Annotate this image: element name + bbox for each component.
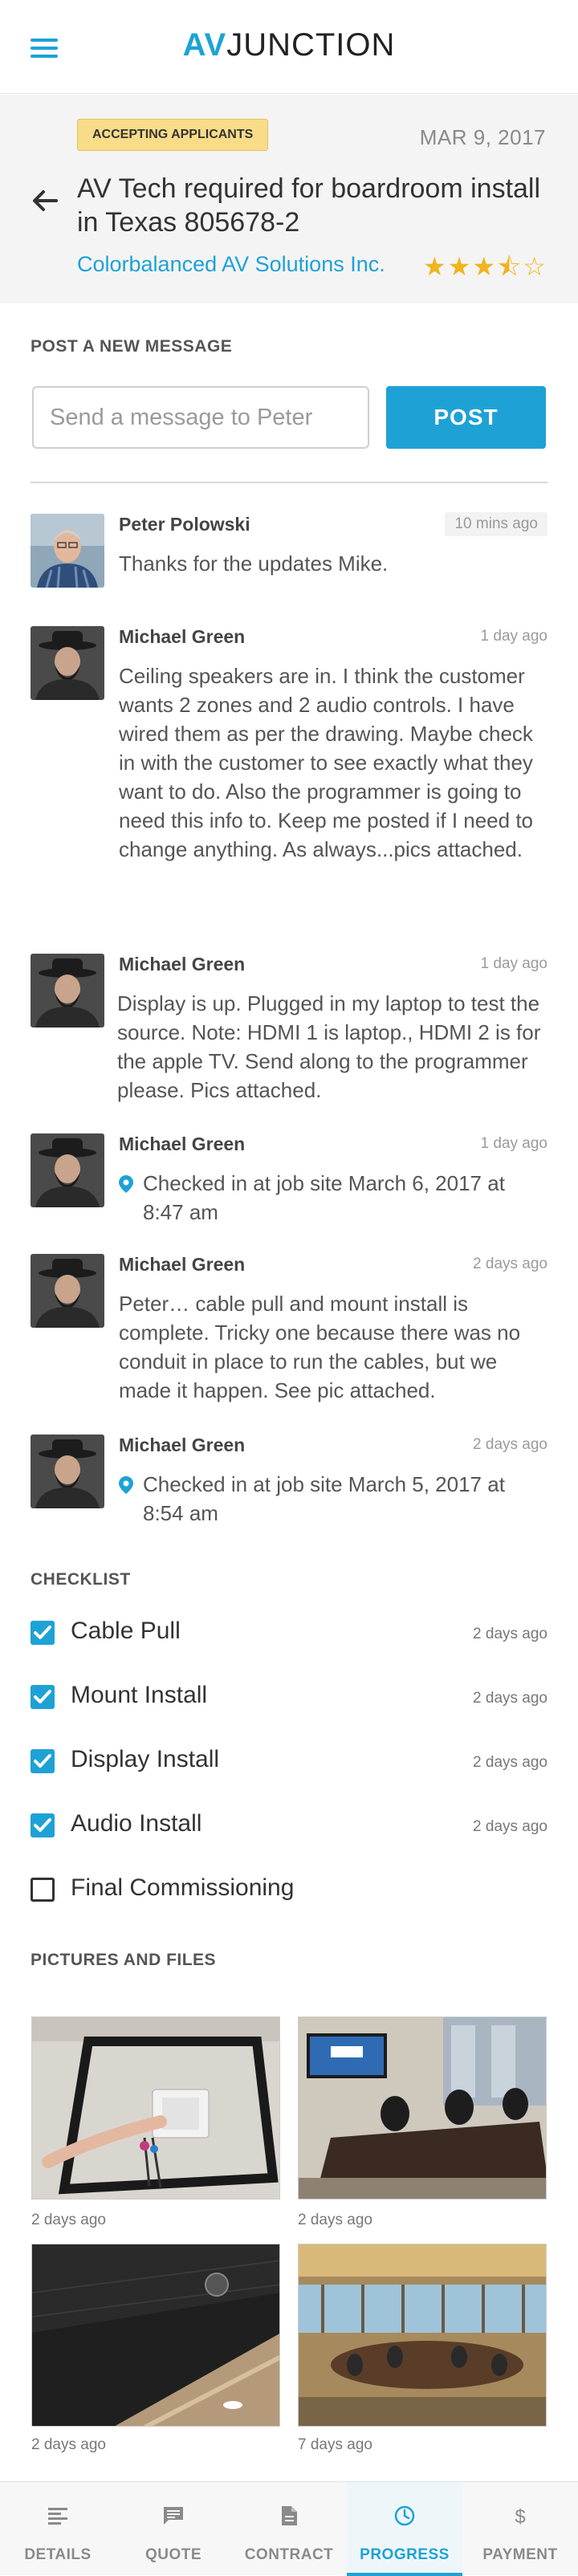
tab-label: PAYMENT <box>482 2546 558 2563</box>
avatar[interactable] <box>31 1435 104 1508</box>
progress-icon <box>394 2505 415 2526</box>
checklist-item[interactable]: Cable Pull 2 days ago <box>31 1618 547 1650</box>
checkin-text: Checked in at job site March 5, 2017 at … <box>119 1470 547 1528</box>
location-pin-icon <box>119 1476 133 1494</box>
message-time: 1 day ago <box>480 628 547 645</box>
payment-icon: $ <box>515 2506 525 2527</box>
avatar[interactable] <box>31 1133 104 1207</box>
bottom-nav: DETAILS QUOTE CONTRACT PROGRESS $ PAYMEN… <box>0 2481 578 2576</box>
message-text: Display is up. Plugged in my laptop to t… <box>117 991 541 1102</box>
checkbox-checked-icon[interactable] <box>31 1621 55 1645</box>
message-item: Peter Polowski 10 mins ago Thanks for th… <box>31 512 547 594</box>
checklist-label: Audio Install <box>71 1810 202 1837</box>
photo-thumbnail[interactable] <box>298 2016 547 2200</box>
checkin-label: Checked in at job site March 5, 2017 at … <box>143 1472 505 1525</box>
photo-date: 7 days ago <box>298 2436 372 2453</box>
checkbox-checked-icon[interactable] <box>31 1685 55 1709</box>
message-item: Michael Green 2 days ago Checked in at j… <box>31 1435 547 1531</box>
post-message-heading: POST A NEW MESSAGE <box>31 337 233 356</box>
checklist-item[interactable]: Display Install 2 days ago <box>31 1746 547 1778</box>
location-pin-icon <box>119 1175 133 1193</box>
avatar[interactable] <box>31 954 104 1028</box>
message-item: Michael Green 2 days ago Peter… cable pu… <box>31 1254 547 1414</box>
message-author: Michael Green <box>119 1435 246 1455</box>
tab-progress[interactable]: PROGRESS <box>347 2482 462 2576</box>
checklist-date: 2 days ago <box>473 1754 547 1771</box>
job-header: ACCEPTING APPLICANTS MAR 9, 2017 AV Tech… <box>0 95 578 303</box>
message-text: Thanks for the updates Mike. <box>119 551 389 576</box>
message-author: Michael Green <box>119 626 246 647</box>
post-button[interactable]: POST <box>386 386 546 449</box>
message-author: Michael Green <box>119 1133 246 1154</box>
checklist-label: Final Commissioning <box>71 1874 295 1901</box>
photo-date: 2 days ago <box>298 2212 372 2228</box>
photo-thumbnail[interactable] <box>31 2016 280 2200</box>
tab-label: DETAILS <box>24 2546 92 2563</box>
app-logo[interactable]: AVJUNCTION <box>0 27 578 63</box>
checklist-label: Mount Install <box>71 1682 208 1708</box>
contract-icon <box>282 2506 297 2525</box>
checkin-label: Checked in at job site March 6, 2017 at … <box>143 1171 505 1224</box>
svg-text:$: $ <box>515 2506 525 2527</box>
tab-payment[interactable]: $ PAYMENT <box>462 2482 578 2576</box>
checkbox-checked-icon[interactable] <box>31 1749 55 1773</box>
pictures-heading: PICTURES AND FILES <box>31 1951 217 1969</box>
message-time: 1 day ago <box>480 955 547 972</box>
checklist-date: 2 days ago <box>473 1626 547 1642</box>
details-icon <box>48 2508 67 2525</box>
job-title: AV Tech required for boardroom install i… <box>77 173 541 238</box>
status-badge: ACCEPTING APPLICANTS <box>77 119 269 151</box>
checklist-date: 2 days ago <box>473 1690 547 1707</box>
photo-date: 2 days ago <box>31 2436 106 2453</box>
message-input[interactable] <box>32 386 369 449</box>
job-date: MAR 9, 2017 <box>419 125 546 149</box>
checklist-item[interactable]: Mount Install 2 days ago <box>31 1682 547 1714</box>
divider <box>31 482 547 483</box>
tab-details[interactable]: DETAILS <box>0 2482 116 2576</box>
message-time: 10 mins ago <box>445 512 547 536</box>
message-time: 1 day ago <box>480 1135 547 1152</box>
tab-contract[interactable]: CONTRACT <box>231 2482 347 2576</box>
message-author: Michael Green <box>119 1254 246 1275</box>
checklist-label: Display Install <box>71 1746 220 1772</box>
checklist-date: 2 days ago <box>473 1818 547 1835</box>
checklist-label: Cable Pull <box>71 1618 181 1644</box>
checklist-item[interactable]: Audio Install 2 days ago <box>31 1810 547 1842</box>
message-author: Peter Polowski <box>119 514 250 535</box>
checklist-heading: CHECKLIST <box>31 1570 131 1589</box>
message-item: Michael Green 1 day ago Ceiling speakers… <box>31 626 547 923</box>
photo-date: 2 days ago <box>31 2212 106 2228</box>
avatar[interactable] <box>31 626 104 700</box>
message-time: 2 days ago <box>473 1255 547 1272</box>
photo-thumbnail[interactable] <box>31 2244 280 2427</box>
message-item: Michael Green 1 day ago Display is up. P… <box>31 954 547 1106</box>
message-text: Peter… cable pull and mount install is c… <box>119 1292 521 1402</box>
tab-label: PROGRESS <box>360 2546 450 2563</box>
tab-label: QUOTE <box>144 2546 202 2563</box>
checkbox-unchecked-icon[interactable] <box>31 1878 55 1902</box>
checklist-item[interactable]: Final Commissioning <box>31 1874 547 1907</box>
avatar[interactable] <box>31 1254 104 1328</box>
photo-thumbnail[interactable] <box>298 2244 547 2427</box>
company-link[interactable]: Colorbalanced AV Solutions Inc. <box>77 252 385 277</box>
message-time: 2 days ago <box>473 1436 547 1453</box>
tab-quote[interactable]: QUOTE <box>116 2482 231 2576</box>
checkin-text: Checked in at job site March 6, 2017 at … <box>119 1169 547 1227</box>
top-bar: AVJUNCTION <box>0 0 578 94</box>
checkbox-checked-icon[interactable] <box>31 1813 55 1837</box>
back-arrow-icon[interactable] <box>29 185 61 217</box>
avatar[interactable] <box>31 514 104 588</box>
quote-icon <box>164 2507 183 2525</box>
message-text: Ceiling speakers are in. I think the cus… <box>119 664 534 861</box>
rating-stars: ★★★⯪☆ <box>422 252 547 281</box>
tab-label: CONTRACT <box>244 2546 334 2563</box>
message-item: Michael Green 1 day ago Checked in at jo… <box>31 1133 547 1230</box>
message-author: Michael Green <box>119 954 246 975</box>
